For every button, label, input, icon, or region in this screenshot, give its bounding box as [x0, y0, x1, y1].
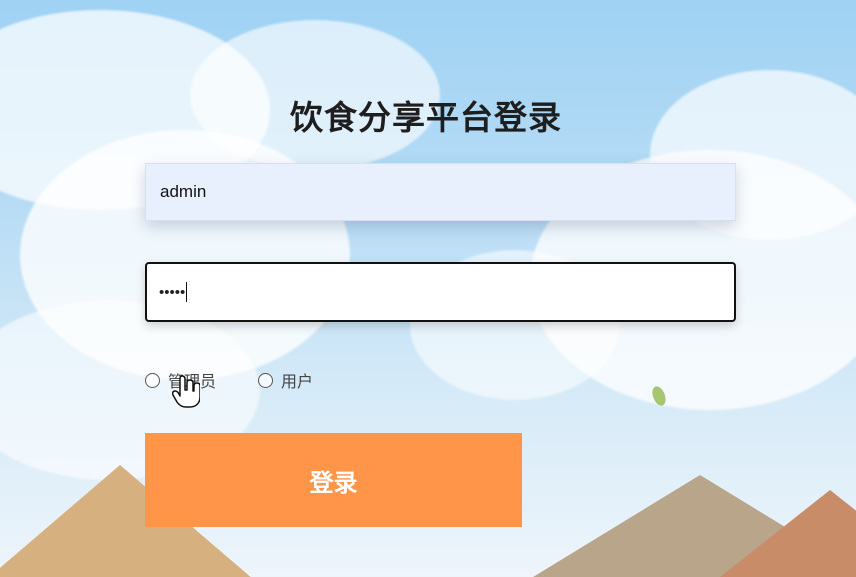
page-title: 饮食分享平台登录	[290, 98, 562, 138]
admin-radio-button[interactable]	[145, 372, 160, 388]
role-selector: 管理员 用户	[145, 367, 313, 393]
password-mask: •••••	[159, 283, 186, 301]
role-option-user[interactable]: 用户	[258, 368, 313, 392]
login-form: 饮食分享平台登录 admin ••••• 管理员 用户 登录	[0, 0, 856, 577]
login-button[interactable]: 登录	[145, 433, 522, 527]
username-value: admin	[160, 182, 207, 201]
user-radio-button[interactable]	[258, 372, 274, 388]
admin-role-label: 管理员	[168, 372, 217, 391]
user-role-label: 用户	[281, 372, 314, 391]
role-option-admin[interactable]: 管理员	[145, 368, 216, 392]
password-input[interactable]: •••••	[145, 262, 736, 322]
text-caret	[186, 282, 188, 302]
username-input[interactable]: admin	[145, 163, 736, 221]
